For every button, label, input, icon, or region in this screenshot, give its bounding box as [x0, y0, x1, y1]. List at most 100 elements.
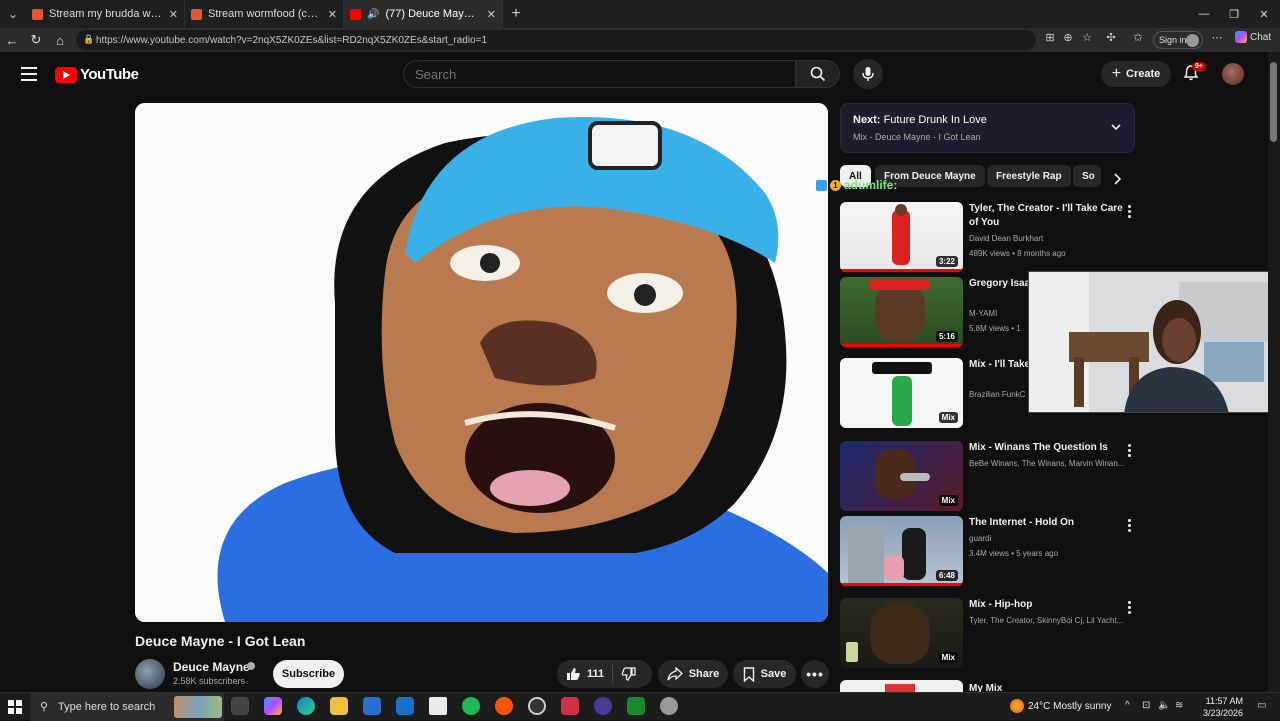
app-icon[interactable] [660, 697, 678, 715]
more-actions-button[interactable]: ••• [801, 660, 829, 688]
outlook-icon[interactable] [396, 697, 414, 715]
notepad-icon[interactable] [429, 697, 447, 715]
video-thumbnail[interactable]: Mix [840, 441, 963, 511]
chip-freestyle-rap[interactable]: Freestyle Rap [987, 165, 1071, 187]
browser-tab-bar: ⌄ Stream my brudda w suckball (pr ✕ Stre… [0, 0, 1280, 28]
account-avatar[interactable] [1222, 63, 1244, 85]
menu-icon[interactable] [21, 67, 37, 81]
chip-partial[interactable]: So [1073, 165, 1101, 187]
rec-title[interactable]: The Internet - Hold On [969, 516, 1124, 530]
close-tab-icon[interactable]: ✕ [328, 8, 337, 21]
task-view-icon[interactable] [231, 697, 249, 715]
close-tab-icon[interactable]: ✕ [487, 8, 496, 21]
browser-tab-3[interactable]: 🔊 (77) Deuce Mayne - I Got Lean ✕ [344, 0, 503, 28]
home-icon[interactable]: ⌂ [48, 33, 72, 48]
page-scrollbar[interactable] [1268, 52, 1280, 692]
windows-start-icon[interactable] [8, 700, 22, 714]
favorite-star-icon[interactable]: ☆ [1079, 31, 1095, 44]
copilot-taskbar-icon[interactable] [264, 697, 282, 715]
sign-in-button[interactable]: Sign in [1153, 31, 1203, 49]
rec-channel[interactable]: guardi [969, 534, 1134, 543]
more-vertical-icon[interactable] [1128, 205, 1132, 220]
browser-tab-2[interactable]: Stream wormfood (c418) by tazpa ✕ [185, 0, 344, 28]
rec-title[interactable]: My Mix [969, 682, 1124, 692]
new-tab-button[interactable]: + [503, 5, 529, 23]
subscribe-button[interactable]: Subscribe [273, 660, 344, 688]
next-label: Next: [853, 114, 881, 126]
rec-title[interactable]: Mix - Winans The Question Is [969, 441, 1124, 455]
minimize-icon[interactable]: — [1188, 0, 1220, 28]
scrollbar-thumb[interactable] [1270, 62, 1277, 142]
network-icon[interactable]: ⊡ [1142, 700, 1150, 711]
more-menu-icon[interactable]: ⋯ [1209, 31, 1225, 44]
video-thumbnail[interactable]: 5:16 [840, 277, 963, 347]
video-thumbnail[interactable]: 3:22 [840, 202, 963, 272]
edge-browser-icon[interactable] [297, 697, 315, 715]
tab-actions-chevron-icon[interactable]: ⌄ [0, 0, 26, 28]
app-available-icon[interactable]: ⊞ [1042, 31, 1058, 44]
rec-channel[interactable]: Tyler, The Creator, SkinnyBoi Cj, Lil Ya… [969, 616, 1134, 625]
copilot-button[interactable]: Chat [1235, 31, 1271, 43]
spotify-icon[interactable] [462, 697, 480, 715]
channel-name[interactable]: Deuce Mayne [173, 660, 250, 674]
chevron-down-icon[interactable] [1110, 121, 1122, 133]
favorites-icon[interactable]: ✩ [1130, 31, 1146, 44]
more-vertical-icon[interactable] [1128, 444, 1132, 459]
app-icon[interactable] [561, 697, 579, 715]
save-button[interactable]: Save [733, 660, 796, 688]
youtube-logo[interactable]: YouTube [55, 66, 139, 83]
close-tab-icon[interactable]: ✕ [169, 8, 178, 21]
extensions-icon[interactable]: ✣ [1103, 31, 1119, 44]
taskbar-clock[interactable]: 11:57 AM 3/23/2026 [1199, 695, 1243, 719]
rec-channel[interactable]: BeBe Winans, The Winans, Marvin Winan... [969, 459, 1134, 468]
browser-tab-1[interactable]: Stream my brudda w suckball (pr ✕ [26, 0, 185, 28]
more-vertical-icon[interactable] [1128, 601, 1132, 616]
video-thumbnail[interactable]: Mix [840, 598, 963, 668]
recommendation-item[interactable]: My Mix [840, 680, 1135, 692]
recommendation-item[interactable]: 3:22 Tyler, The Creator - I'll Take Care… [840, 202, 1135, 274]
bookmark-icon [743, 666, 754, 682]
url-field[interactable]: 🔒 https://www.youtube.com/watch?v=2nqX5Z… [76, 30, 1036, 50]
rec-title[interactable]: Tyler, The Creator - I'll Take Care of Y… [969, 202, 1124, 230]
sign-in-label: Sign in [1159, 35, 1187, 45]
obs-icon[interactable] [528, 697, 546, 715]
restore-icon[interactable]: ❐ [1218, 0, 1250, 28]
back-arrow-icon[interactable]: ← [0, 33, 24, 48]
soundcloud-icon[interactable] [495, 697, 513, 715]
video-player[interactable] [135, 103, 828, 622]
channel-avatar[interactable] [135, 659, 165, 689]
youtube-favicon-icon [350, 8, 361, 20]
chevron-up-icon[interactable]: ^ [1125, 700, 1130, 711]
recommendation-item[interactable]: 6:48 The Internet - Hold On guardi 3.4M … [840, 516, 1135, 588]
like-button[interactable]: 111 [557, 666, 604, 682]
microsoft-store-icon[interactable] [363, 697, 381, 715]
create-button[interactable]: + Create [1101, 61, 1171, 87]
xbox-icon[interactable] [627, 697, 645, 715]
search-button[interactable] [796, 60, 840, 88]
volume-icon[interactable]: 🔈 [1158, 700, 1170, 711]
file-explorer-icon[interactable] [330, 697, 348, 715]
video-thumbnail[interactable]: 6:48 [840, 516, 963, 586]
recommendation-item[interactable]: Mix Mix - Hip-hop Tyler, The Creator, Sk… [840, 598, 1135, 670]
reload-icon[interactable]: ↻ [24, 32, 48, 48]
speaker-icon[interactable]: 🔊 [367, 9, 379, 20]
video-thumbnail[interactable]: Mix [840, 358, 963, 428]
chevron-right-icon[interactable] [1110, 172, 1124, 186]
app-icon[interactable] [594, 697, 612, 715]
rec-title[interactable]: Mix - Hip-hop [969, 598, 1124, 612]
notifications-icon[interactable]: ▭ [1257, 700, 1266, 711]
search-input[interactable] [403, 60, 796, 88]
video-thumbnail[interactable] [840, 680, 963, 692]
wifi-icon[interactable]: ≋ [1175, 700, 1183, 711]
close-window-icon[interactable]: ✕ [1248, 0, 1280, 28]
thumbs-down-icon[interactable] [621, 666, 637, 682]
voice-search-button[interactable] [853, 59, 883, 89]
playlist-next-panel[interactable]: Next: Future Drunk In Love Mix - Deuce M… [840, 103, 1135, 153]
rec-channel[interactable]: David Dean Burkhart [969, 234, 1134, 243]
more-vertical-icon[interactable] [1128, 519, 1132, 534]
zoom-icon[interactable]: ⊕ [1060, 31, 1076, 44]
weather-widget[interactable]: 24°C Mostly sunny [1010, 699, 1111, 713]
taskbar-search-box[interactable]: ⚲ Type here to search [30, 693, 224, 721]
recommendation-item[interactable]: Mix Mix - Winans The Question Is BeBe Wi… [840, 441, 1135, 513]
share-button[interactable]: Share [658, 660, 728, 688]
